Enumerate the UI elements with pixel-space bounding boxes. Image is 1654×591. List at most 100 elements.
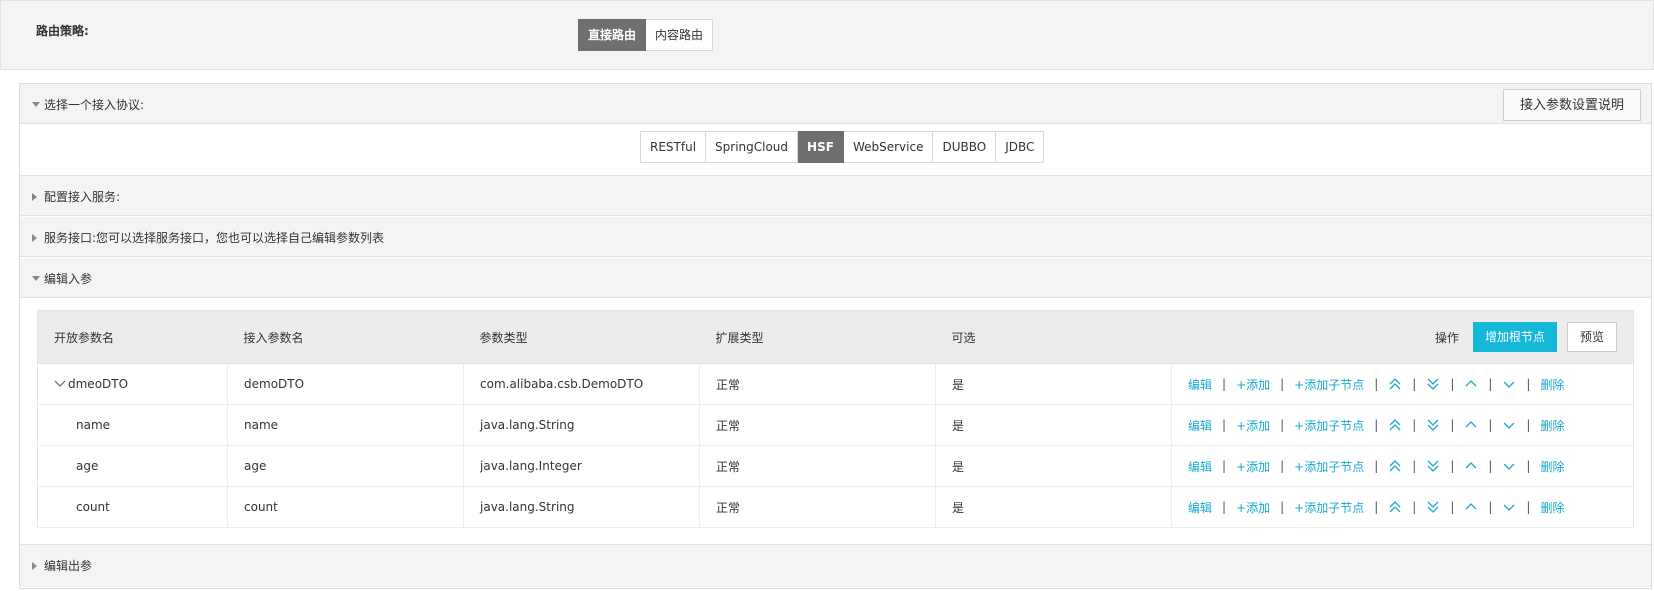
ext-type-text: 正常: [716, 459, 741, 474]
add-root-node-button[interactable]: 增加根节点: [1472, 322, 1557, 352]
edit-link[interactable]: 编辑: [1188, 417, 1212, 434]
chevron-down-icon[interactable]: [54, 377, 66, 392]
add-child-link[interactable]: +添加子节点: [1294, 458, 1364, 475]
double-down-icon[interactable]: [1426, 500, 1440, 514]
protocol-restful-button[interactable]: RESTful: [640, 131, 707, 163]
edit-link[interactable]: 编辑: [1188, 499, 1212, 516]
main-panel: 选择一个接入协议: 接入参数设置说明 RESTful SpringCloud H…: [19, 83, 1652, 589]
open-name-text: count: [76, 500, 110, 514]
double-down-icon[interactable]: [1426, 459, 1440, 473]
up-icon[interactable]: [1464, 377, 1478, 391]
route-strategy-switch: 直接路由 内容路由: [578, 19, 714, 51]
separator: |: [1488, 377, 1493, 391]
separator: |: [1526, 459, 1531, 473]
delete-link[interactable]: 删除: [1540, 499, 1564, 516]
optional-text: 是: [952, 500, 965, 515]
row-actions: 编辑 | +添加 | +添加子节点 | | | | | 删除: [1188, 499, 1633, 516]
protocol-section-title: 选择一个接入协议:: [44, 98, 145, 112]
double-up-icon[interactable]: [1388, 500, 1402, 514]
separator: |: [1412, 500, 1417, 514]
double-up-icon[interactable]: [1388, 418, 1402, 432]
separator: |: [1450, 500, 1455, 514]
row-actions: 编辑 | +添加 | +添加子节点 | | | | | 删除: [1188, 376, 1633, 393]
protocol-hsf-button[interactable]: HSF: [798, 131, 844, 163]
add-child-link[interactable]: +添加子节点: [1294, 499, 1364, 516]
separator: |: [1412, 459, 1417, 473]
double-up-icon[interactable]: [1388, 459, 1402, 473]
protocol-webservice-button[interactable]: WebService: [843, 131, 934, 163]
route-content-button[interactable]: 内容路由: [646, 19, 714, 51]
double-up-icon[interactable]: [1388, 377, 1402, 391]
input-params-section-body: 开放参数名 接入参数名 参数类型 扩展类型 可选 操作 增加根节点 预览 dme…: [20, 298, 1651, 545]
edit-link[interactable]: 编辑: [1188, 376, 1212, 393]
preview-button[interactable]: 预览: [1566, 322, 1617, 352]
delete-link[interactable]: 删除: [1540, 417, 1564, 434]
add-link[interactable]: +添加: [1236, 417, 1270, 434]
col-optional-header: 可选: [935, 310, 1172, 364]
separator: |: [1374, 459, 1379, 473]
separator: |: [1526, 377, 1531, 391]
add-link[interactable]: +添加: [1236, 499, 1270, 516]
optional-cell: 是: [935, 486, 1172, 528]
open-name-cell: count: [37, 486, 228, 528]
interface-section-header[interactable]: 服务接口:您可以选择服务接口，您也可以选择自己编辑参数列表: [20, 217, 1651, 257]
delete-link[interactable]: 删除: [1540, 458, 1564, 475]
optional-text: 是: [952, 377, 965, 392]
row-actions: 编辑 | +添加 | +添加子节点 | | | | | 删除: [1188, 458, 1633, 475]
protocol-switch: RESTful SpringCloud HSF WebService DUBBO…: [640, 131, 1045, 163]
separator: |: [1222, 418, 1227, 432]
access-name-text: age: [244, 459, 267, 473]
col-access-name-header: 接入参数名: [227, 310, 464, 364]
access-name-cell: demoDTO: [227, 363, 464, 405]
add-link[interactable]: +添加: [1236, 376, 1270, 393]
optional-cell: 是: [935, 363, 1172, 405]
protocol-section-header[interactable]: 选择一个接入协议: 接入参数设置说明: [20, 84, 1651, 124]
delete-link[interactable]: 删除: [1540, 376, 1564, 393]
row-actions: 编辑 | +添加 | +添加子节点 | | | | | 删除: [1188, 417, 1633, 434]
col-ops-header: 操作 增加根节点 预览: [1171, 310, 1634, 364]
separator: |: [1412, 418, 1417, 432]
add-child-link[interactable]: +添加子节点: [1294, 376, 1364, 393]
up-icon[interactable]: [1464, 500, 1478, 514]
up-icon[interactable]: [1464, 418, 1478, 432]
triangle-right-icon: [32, 193, 37, 201]
down-icon[interactable]: [1502, 377, 1516, 391]
type-text: java.lang.Integer: [480, 459, 582, 473]
up-icon[interactable]: [1464, 459, 1478, 473]
separator: |: [1488, 418, 1493, 432]
edit-link[interactable]: 编辑: [1188, 458, 1212, 475]
type-cell: com.alibaba.csb.DemoDTO: [463, 363, 700, 405]
down-icon[interactable]: [1502, 459, 1516, 473]
double-down-icon[interactable]: [1426, 377, 1440, 391]
input-params-section-header[interactable]: 编辑入参: [20, 258, 1651, 298]
access-name-text: count: [244, 500, 278, 514]
ops-cell: 编辑 | +添加 | +添加子节点 | | | | | 删除: [1171, 445, 1634, 487]
separator: |: [1488, 500, 1493, 514]
open-name-text: name: [76, 418, 111, 432]
add-link[interactable]: +添加: [1236, 458, 1270, 475]
access-name-text: name: [244, 418, 279, 432]
table-header-row: 开放参数名 接入参数名 参数类型 扩展类型 可选 操作 增加根节点 预览: [37, 310, 1634, 364]
triangle-down-icon: [32, 102, 40, 107]
add-child-link[interactable]: +添加子节点: [1294, 417, 1364, 434]
protocol-dubbo-button[interactable]: DUBBO: [933, 131, 997, 163]
table-row: age age java.lang.Integer 正常 是 编辑 | +添加 | +添…: [37, 445, 1634, 487]
down-icon[interactable]: [1502, 500, 1516, 514]
protocol-jdbc-button[interactable]: JDBC: [996, 131, 1045, 163]
param-table: 开放参数名 接入参数名 参数类型 扩展类型 可选 操作 增加根节点 预览 dme…: [37, 310, 1634, 528]
service-section-header[interactable]: 配置接入服务:: [20, 176, 1651, 216]
separator: |: [1374, 418, 1379, 432]
param-help-button[interactable]: 接入参数设置说明: [1502, 89, 1641, 121]
interface-section-title: 服务接口:您可以选择服务接口，您也可以选择自己编辑参数列表: [44, 231, 385, 245]
open-name-text: dmeoDTO: [68, 376, 129, 391]
route-direct-button[interactable]: 直接路由: [578, 19, 647, 51]
separator: |: [1526, 418, 1531, 432]
protocol-springcloud-button[interactable]: SpringCloud: [706, 131, 799, 163]
separator: |: [1488, 459, 1493, 473]
ext-type-text: 正常: [716, 500, 741, 515]
separator: |: [1280, 500, 1285, 514]
output-params-section-header[interactable]: 编辑出参: [20, 545, 1651, 587]
ops-cell: 编辑 | +添加 | +添加子节点 | | | | | 删除: [1171, 363, 1634, 405]
down-icon[interactable]: [1502, 418, 1516, 432]
double-down-icon[interactable]: [1426, 418, 1440, 432]
